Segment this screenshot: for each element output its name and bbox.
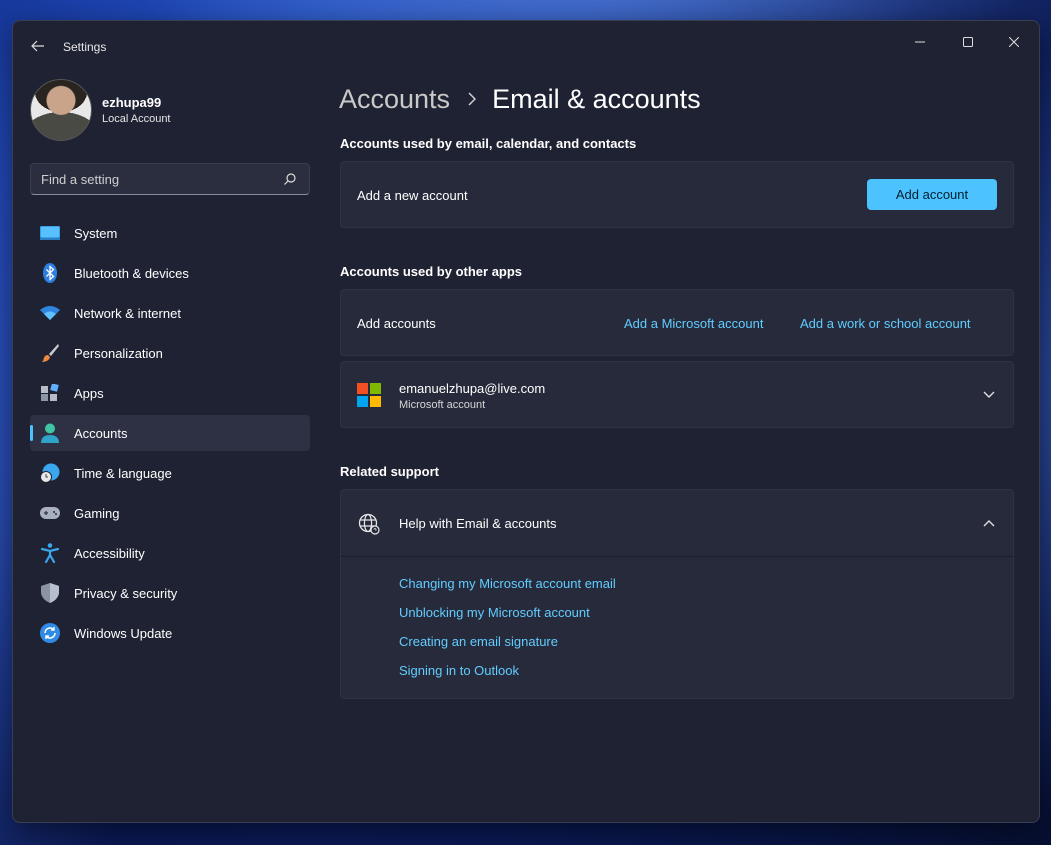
back-arrow-icon: [31, 40, 44, 52]
search-input[interactable]: [41, 164, 271, 194]
help-link[interactable]: Changing my Microsoft account email: [399, 576, 616, 605]
sidebar-item-time-language[interactable]: Time & language: [30, 455, 310, 491]
help-expander-header[interactable]: Help with Email & accounts: [341, 490, 1013, 557]
breadcrumb-parent[interactable]: Accounts: [339, 84, 450, 115]
maximize-icon: [963, 37, 973, 47]
shield-icon: [40, 583, 60, 603]
sidebar-item-apps[interactable]: Apps: [30, 375, 310, 411]
sidebar-item-personalization[interactable]: Personalization: [30, 335, 310, 371]
sidebar-item-label: Windows Update: [74, 626, 173, 641]
minimize-button[interactable]: [897, 27, 943, 57]
sidebar-item-label: Bluetooth & devices: [74, 266, 189, 281]
profile-account-type: Local Account: [102, 113, 171, 125]
sidebar-item-accessibility[interactable]: Accessibility: [30, 535, 310, 571]
microsoft-logo-icon: [357, 383, 381, 407]
sidebar-item-label: Accessibility: [74, 546, 145, 561]
sidebar-item-label: Apps: [74, 386, 104, 401]
back-button[interactable]: [27, 35, 49, 57]
clock-globe-icon: [40, 463, 60, 483]
sidebar-item-accounts[interactable]: Accounts: [30, 415, 310, 451]
section-title-email-calendar: Accounts used by email, calendar, and co…: [340, 136, 637, 151]
bluetooth-icon: [40, 263, 60, 283]
sidebar-item-gaming[interactable]: Gaming: [30, 495, 310, 531]
account-email: emanuelzhupa@live.com: [399, 381, 546, 396]
sidebar-item-label: Privacy & security: [74, 586, 178, 601]
sidebar-item-label: Accounts: [74, 426, 128, 441]
close-button[interactable]: [991, 27, 1037, 57]
add-accounts-card: Add accounts Add a Microsoft account Add…: [340, 289, 1014, 356]
sidebar-item-windows-update[interactable]: Windows Update: [30, 615, 310, 651]
sidebar-item-system[interactable]: System: [30, 215, 310, 251]
maximize-button[interactable]: [945, 27, 991, 57]
add-work-school-account-link[interactable]: Add a work or school account: [800, 316, 971, 331]
sidebar-nav: System Bluetooth & devices Network & int…: [30, 215, 310, 655]
add-account-button[interactable]: Add account: [867, 179, 997, 210]
help-link[interactable]: Creating an email signature: [399, 634, 616, 663]
minimize-icon: [915, 41, 925, 43]
sidebar-item-label: Network & internet: [74, 306, 181, 321]
sidebar-item-label: Gaming: [74, 506, 120, 521]
help-links-list: Changing my Microsoft account email Unbl…: [399, 576, 616, 692]
add-new-account-label: Add a new account: [357, 188, 468, 203]
add-accounts-label: Add accounts: [357, 316, 436, 331]
account-type: Microsoft account: [399, 399, 486, 411]
wifi-icon: [40, 303, 60, 323]
add-microsoft-account-link[interactable]: Add a Microsoft account: [624, 316, 763, 331]
search-box[interactable]: [30, 163, 310, 195]
person-icon: [40, 423, 60, 443]
section-title-other-apps: Accounts used by other apps: [340, 264, 523, 279]
help-title: Help with Email & accounts: [399, 516, 557, 531]
refresh-icon: [40, 623, 60, 643]
sidebar-item-network[interactable]: Network & internet: [30, 295, 310, 331]
apps-icon: [40, 383, 60, 403]
globe-icon: [358, 513, 380, 535]
sidebar-item-label: System: [74, 226, 118, 241]
section-title-related-support: Related support: [340, 464, 439, 479]
accessibility-icon: [40, 543, 60, 563]
chevron-down-icon[interactable]: [981, 387, 997, 403]
chevron-up-icon[interactable]: [981, 515, 997, 531]
search-icon[interactable]: [283, 172, 297, 186]
brush-icon: [40, 343, 60, 363]
avatar[interactable]: [30, 79, 92, 141]
app-title: Settings: [63, 40, 107, 54]
close-icon: [1009, 37, 1019, 47]
sidebar-item-label: Personalization: [74, 346, 163, 361]
page-title: Email & accounts: [492, 83, 701, 114]
add-new-account-card: Add a new account Add account: [340, 161, 1014, 228]
help-link[interactable]: Unblocking my Microsoft account: [399, 605, 616, 634]
help-link[interactable]: Signing in to Outlook: [399, 663, 616, 692]
profile-name: ezhupa99: [102, 95, 162, 110]
sidebar-item-label: Time & language: [74, 466, 172, 481]
sidebar-item-bluetooth[interactable]: Bluetooth & devices: [30, 255, 310, 291]
chevron-right-icon: [468, 92, 477, 106]
microsoft-account-row[interactable]: emanuelzhupa@live.com Microsoft account: [340, 361, 1014, 428]
help-card: Help with Email & accounts Changing my M…: [340, 489, 1014, 699]
title-bar: Settings: [13, 21, 1039, 69]
monitor-icon: [40, 223, 60, 243]
sidebar-item-privacy[interactable]: Privacy & security: [30, 575, 310, 611]
gamepad-icon: [40, 503, 60, 523]
breadcrumb: Accounts Email & accounts: [339, 81, 701, 117]
settings-window: Settings ezhupa99 Local Account System: [12, 20, 1040, 823]
user-profile[interactable]: ezhupa99 Local Account: [30, 79, 320, 141]
